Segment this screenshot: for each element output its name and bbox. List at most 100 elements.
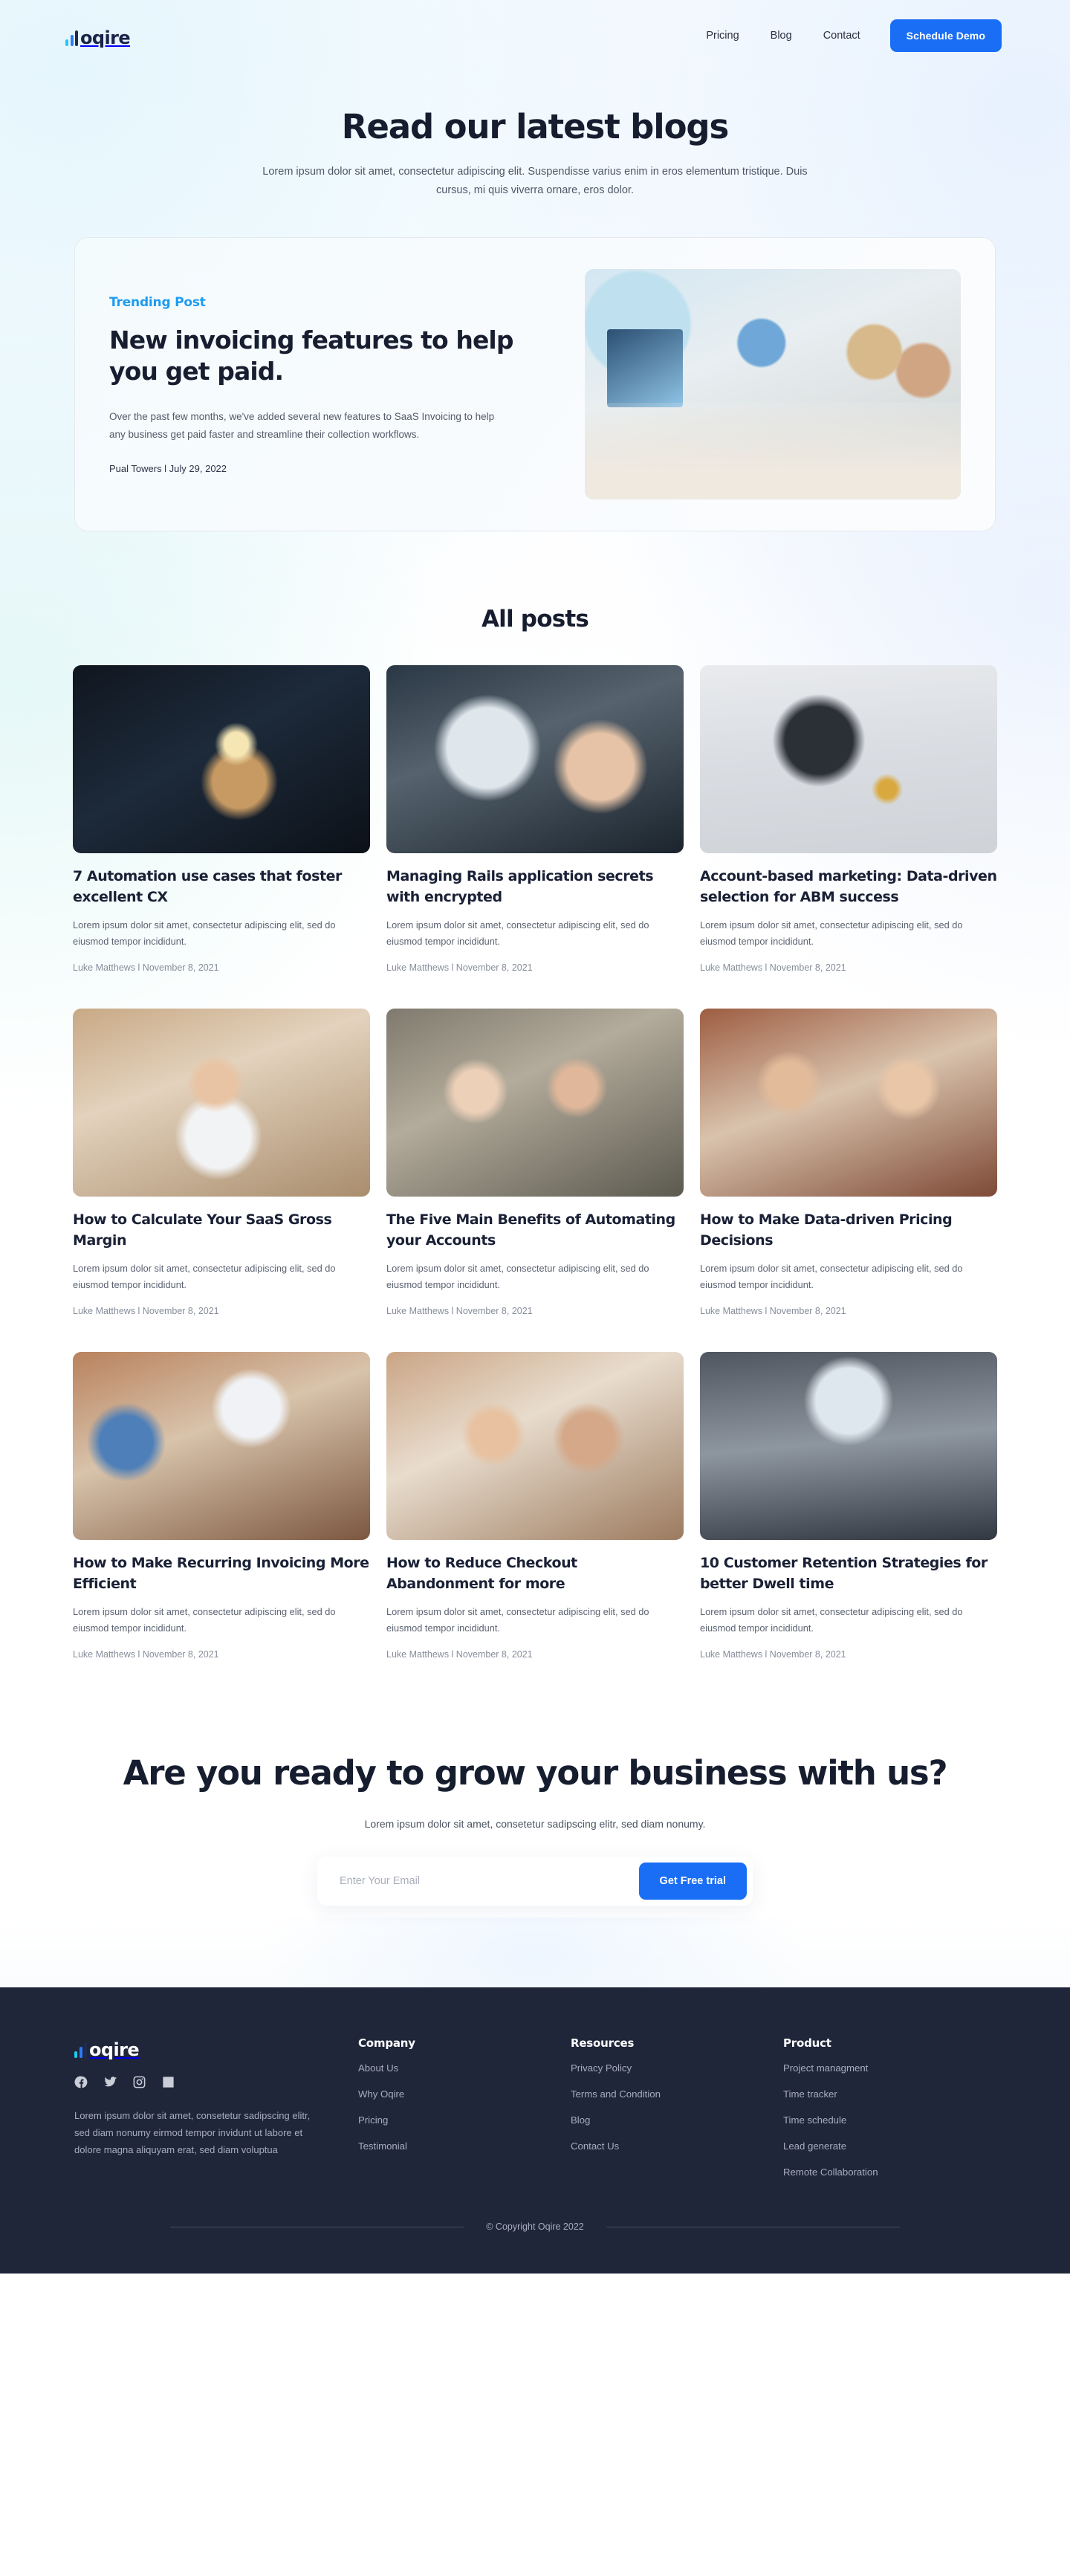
logo-bars-icon — [74, 2042, 87, 2058]
post-title: Account-based marketing: Data-driven sel… — [700, 868, 997, 905]
cta-subtitle: Lorem ipsum dolor sit amet, consetetur s… — [364, 1818, 706, 1830]
footer-brand-block: oqire Lorem ipsum dolor sit amet, conset… — [74, 2036, 358, 2192]
footer-column-heading: Company — [357, 2036, 415, 2050]
nav-link-pricing[interactable]: Pricing — [706, 30, 739, 42]
brand-logo[interactable]: oqire — [65, 25, 131, 48]
footer-column-company: Company About Us Why Oqire Pricing Testi… — [358, 2036, 571, 2192]
post-thumbnail — [73, 1009, 370, 1197]
hero-subtitle: Lorem ipsum dolor sit amet, consectetur … — [262, 166, 808, 196]
primary-nav: Pricing Blog Contact — [706, 30, 860, 42]
footer-link-why-oqire[interactable]: Why Oqire — [358, 2088, 404, 2100]
list-item: Why Oqire — [358, 2088, 571, 2101]
list-item: Contact Us — [571, 2140, 783, 2153]
footer-link-blog[interactable]: Blog — [571, 2114, 590, 2126]
post-excerpt: Lorem ipsum dolor sit amet, consectetur … — [700, 919, 963, 947]
trending-badge: Trending Post — [109, 294, 206, 310]
list-item: Blog — [571, 2114, 783, 2127]
post-excerpt: Lorem ipsum dolor sit amet, consectetur … — [73, 919, 336, 947]
list-item: Time schedule — [783, 2114, 996, 2127]
twitter-icon[interactable] — [103, 2075, 117, 2089]
trending-post-description: Over the past few months, we've added se… — [109, 410, 495, 440]
footer-link-about-us[interactable]: About Us — [358, 2062, 398, 2074]
footer-bottom: © Copyright Oqire 2022 — [74, 2221, 996, 2274]
footer-link-project-managment[interactable]: Project managment — [783, 2062, 868, 2074]
post-meta: Luke Matthews l November 8, 2021 — [73, 1306, 219, 1316]
list-item: Project managment — [783, 2062, 996, 2075]
site-footer: oqire Lorem ipsum dolor sit amet, conset… — [0, 1987, 1070, 2274]
page-root: oqire Pricing Blog Contact Schedule Demo… — [0, 0, 1070, 2274]
post-card[interactable]: 7 Automation use cases that foster excel… — [73, 665, 370, 973]
footer-brand-logo[interactable]: oqire — [74, 2036, 358, 2059]
post-meta: Luke Matthews l November 8, 2021 — [386, 1649, 533, 1660]
post-thumbnail — [73, 665, 370, 853]
free-trial-form: Get Free trial — [317, 1857, 753, 1906]
post-meta: Luke Matthews l November 8, 2021 — [700, 1306, 846, 1316]
linkedin-icon[interactable] — [161, 2075, 175, 2089]
post-meta: Luke Matthews l November 8, 2021 — [386, 1306, 533, 1316]
post-card[interactable]: How to Reduce Checkout Abandonment for m… — [386, 1352, 684, 1660]
list-item: Pricing — [358, 2114, 571, 2127]
footer-link-terms-and-condition[interactable]: Terms and Condition — [571, 2088, 661, 2100]
list-item: Lead generate — [783, 2140, 996, 2153]
list-item: Testimonial — [358, 2140, 571, 2153]
footer-link-remote-collaboration[interactable]: Remote Collaboration — [783, 2166, 878, 2178]
instagram-icon[interactable] — [132, 2075, 146, 2089]
schedule-demo-button[interactable]: Schedule Demo — [889, 19, 1002, 52]
post-card[interactable]: 10 Customer Retention Strategies for bet… — [700, 1352, 997, 1660]
post-title: How to Make Data-driven Pricing Decision… — [700, 1211, 953, 1249]
nav-link-contact[interactable]: Contact — [823, 30, 860, 42]
footer-link-pricing[interactable]: Pricing — [358, 2114, 388, 2126]
trending-post-image — [585, 269, 961, 499]
footer-link-lead-generate[interactable]: Lead generate — [783, 2140, 846, 2152]
cta-title: Are you ready to grow your business with… — [123, 1753, 948, 1793]
post-card[interactable]: How to Make Data-driven Pricing Decision… — [700, 1009, 997, 1316]
post-thumbnail — [386, 665, 684, 853]
footer-column-heading: Resources — [570, 2036, 635, 2050]
get-free-trial-button[interactable]: Get Free trial — [638, 1863, 747, 1900]
post-excerpt: Lorem ipsum dolor sit amet, consectetur … — [386, 1606, 649, 1634]
post-card[interactable]: The Five Main Benefits of Automating you… — [386, 1009, 684, 1316]
post-excerpt: Lorem ipsum dolor sit amet, consectetur … — [700, 1263, 963, 1290]
all-posts-section: All posts 7 Automation use cases that fo… — [0, 606, 1070, 1660]
post-title: 10 Customer Retention Strategies for bet… — [700, 1555, 988, 1592]
post-meta: Luke Matthews l November 8, 2021 — [700, 962, 846, 973]
list-item: Remote Collaboration — [783, 2166, 996, 2179]
footer-top: oqire Lorem ipsum dolor sit amet, conset… — [74, 2036, 996, 2192]
post-excerpt: Lorem ipsum dolor sit amet, consectetur … — [386, 1263, 649, 1290]
post-excerpt: Lorem ipsum dolor sit amet, consectetur … — [73, 1263, 336, 1290]
footer-link-time-schedule[interactable]: Time schedule — [783, 2114, 846, 2126]
footer-column-product: Product Project managment Time tracker T… — [783, 2036, 996, 2192]
footer-link-time-tracker[interactable]: Time tracker — [783, 2088, 837, 2100]
post-excerpt: Lorem ipsum dolor sit amet, consectetur … — [386, 919, 649, 947]
all-posts-heading: All posts — [481, 606, 589, 632]
trending-post-meta: Pual Towers l July 29, 2022 — [109, 462, 227, 474]
logo-bars-icon — [65, 30, 78, 46]
facebook-icon[interactable] — [74, 2075, 88, 2089]
post-card[interactable]: How to Make Recurring Invoicing More Eff… — [73, 1352, 370, 1660]
footer-column-resources: Resources Privacy Policy Terms and Condi… — [571, 2036, 783, 2192]
post-thumbnail — [386, 1352, 684, 1540]
post-meta: Luke Matthews l November 8, 2021 — [73, 962, 219, 973]
copyright-text: © Copyright Oqire 2022 — [486, 2221, 584, 2232]
post-thumbnail — [386, 1009, 684, 1197]
post-thumbnail — [700, 1009, 997, 1197]
post-card[interactable]: Account-based marketing: Data-driven sel… — [700, 665, 997, 973]
post-card[interactable]: Managing Rails application secrets with … — [386, 665, 684, 973]
list-item: About Us — [358, 2062, 571, 2075]
footer-link-contact-us[interactable]: Contact Us — [571, 2140, 619, 2152]
nav-link-blog[interactable]: Blog — [771, 30, 792, 42]
email-input[interactable] — [323, 1863, 639, 1900]
post-title: Managing Rails application secrets with … — [386, 868, 654, 905]
post-title: How to Calculate Your SaaS Gross Margin — [73, 1211, 332, 1249]
post-title: How to Reduce Checkout Abandonment for m… — [386, 1555, 577, 1592]
post-thumbnail — [700, 1352, 997, 1540]
footer-link-privacy-policy[interactable]: Privacy Policy — [571, 2062, 632, 2074]
trending-post-section: Trending Post New invoicing features to … — [0, 200, 1070, 531]
page-title: Read our latest blogs — [341, 107, 730, 146]
post-card[interactable]: How to Calculate Your SaaS Gross Margin … — [73, 1009, 370, 1316]
post-meta: Luke Matthews l November 8, 2021 — [700, 1649, 846, 1660]
brand-name: oqire — [80, 27, 131, 48]
trending-post-card[interactable]: Trending Post New invoicing features to … — [74, 237, 996, 531]
footer-about-text: Lorem ipsum dolor sit amet, consetetur s… — [74, 2110, 311, 2155]
footer-link-testimonial[interactable]: Testimonial — [358, 2140, 407, 2152]
